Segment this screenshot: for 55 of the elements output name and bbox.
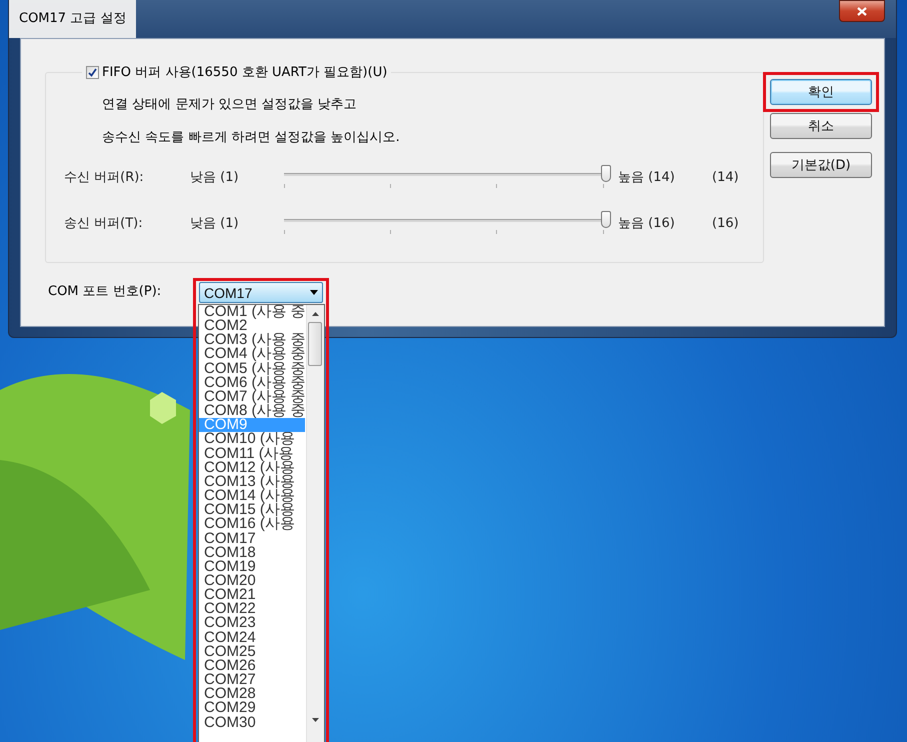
checkbox[interactable] xyxy=(86,66,99,78)
max-label: 높음 (14) xyxy=(618,169,676,186)
list-option[interactable]: COM30 xyxy=(199,716,305,730)
list-option[interactable]: COM16 (사용 xyxy=(199,517,305,532)
max-label: 높음 (16) xyxy=(618,215,676,232)
list-option[interactable]: COM12 (사용 xyxy=(199,460,305,475)
min-label: 낮음 (1) xyxy=(190,215,240,232)
list-option[interactable]: COM21 xyxy=(199,588,305,602)
slider-label: 송신 버퍼(T): xyxy=(64,215,144,232)
list-option[interactable]: COM8 (사용 중 xyxy=(199,404,305,418)
slider-reading: (14) xyxy=(712,170,740,184)
list-option[interactable]: COM20 xyxy=(199,574,305,588)
list-option[interactable]: COM24 xyxy=(199,630,305,645)
list-option[interactable]: COM27 xyxy=(199,673,305,688)
hint-text: 연결 상태에 문제가 있으면 설정값을 낮추고 xyxy=(102,96,358,113)
window-title: COM17 고급 설정 xyxy=(9,0,136,38)
checkbox-label[interactable]: FIFO 버퍼 사용(16550 호환 UART가 필요함)(U) xyxy=(102,63,388,81)
list-option[interactable]: COM29 xyxy=(199,701,305,716)
slider-thumb[interactable] xyxy=(601,165,611,182)
list-option[interactable]: COM3 (사용 중 xyxy=(199,333,305,348)
list-option[interactable]: COM25 xyxy=(199,644,305,659)
list-option[interactable]: COM13 (사용 xyxy=(199,474,305,490)
port-label: COM 포트 번호(P): xyxy=(48,283,162,300)
list-option[interactable]: COM11 (사용 xyxy=(199,446,305,461)
list-option[interactable]: COM23 xyxy=(199,616,305,631)
dialog-button[interactable]: 기본값(D) xyxy=(770,152,872,178)
scroll-thumb[interactable] xyxy=(308,322,322,366)
list-option[interactable]: COM22 xyxy=(199,602,305,616)
min-label: 낮음 (1) xyxy=(190,169,240,186)
dialog-button[interactable]: 취소 xyxy=(770,113,872,139)
list-option[interactable]: COM14 (사용 xyxy=(199,489,305,504)
list-option[interactable]: COM19 xyxy=(199,560,305,574)
list-option[interactable]: COM2 xyxy=(199,319,305,334)
list-option[interactable]: COM10 (사용 xyxy=(199,432,305,447)
list-option[interactable]: COM7 (사용 중 xyxy=(199,390,305,404)
scrollbar[interactable] xyxy=(306,305,324,742)
list-option[interactable]: COM1 (사용 중 xyxy=(199,305,305,320)
port-dropdown[interactable]: COM17 xyxy=(199,282,323,303)
slider-thumb[interactable] xyxy=(601,211,611,228)
caret-icon xyxy=(310,290,318,295)
dropdown-value: COM17 xyxy=(204,284,252,300)
list-option[interactable]: COM6 (사용 중 xyxy=(199,376,305,390)
list-option[interactable]: COM26 xyxy=(199,658,305,674)
list-option[interactable]: COM4 (사용 중 xyxy=(199,347,305,362)
list-option[interactable]: COM15 (사용 xyxy=(199,503,305,518)
close-icon xyxy=(857,6,867,16)
hint-text: 송수신 속도를 빠르게 하려면 설정값을 높이십시오. xyxy=(102,129,401,146)
ok-button[interactable]: 확인 xyxy=(770,79,872,105)
slider-label: 수신 버퍼(R): xyxy=(64,169,145,186)
slider-reading: (16) xyxy=(712,216,740,230)
close-button[interactable] xyxy=(839,0,885,22)
list-option[interactable]: COM5 (사용 중 xyxy=(199,362,305,376)
list-option[interactable]: COM28 xyxy=(199,687,305,702)
list-option[interactable]: COM18 xyxy=(199,546,305,560)
list-option[interactable]: COM17 xyxy=(199,532,305,546)
